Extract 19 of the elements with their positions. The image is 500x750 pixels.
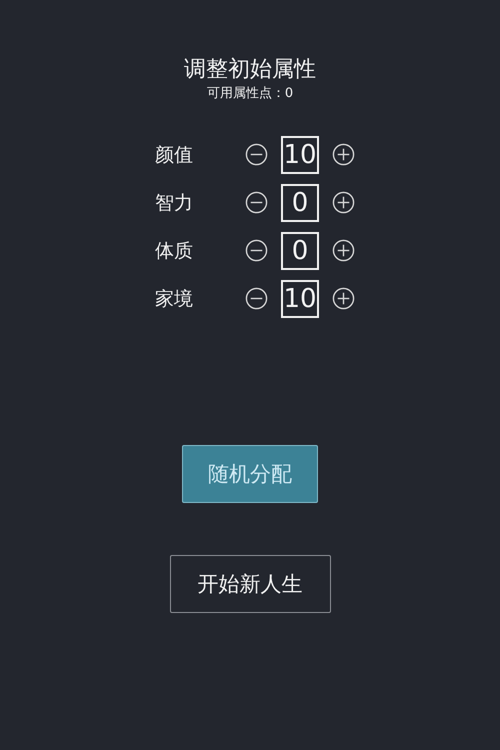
minus-icon[interactable]	[245, 191, 268, 214]
value-field[interactable]: 0	[281, 184, 319, 222]
start-button[interactable]: 开始新人生	[170, 555, 330, 613]
plus-icon[interactable]	[332, 143, 355, 166]
plus-icon[interactable]	[332, 191, 355, 214]
minus-icon[interactable]	[245, 239, 268, 262]
minus-icon[interactable]	[245, 143, 268, 166]
page-title: 调整初始属性	[184, 56, 316, 84]
attribute-label: 智力	[155, 190, 194, 216]
value-field[interactable]: 10	[281, 136, 319, 174]
plus-icon[interactable]	[332, 239, 355, 262]
value-field[interactable]: 10	[281, 280, 319, 318]
plus-icon[interactable]	[332, 287, 355, 310]
available-points: 可用属性点：0	[206, 85, 294, 103]
attribute-label: 家境	[155, 286, 194, 312]
attribute-label: 体质	[155, 238, 194, 264]
value-field[interactable]: 0	[281, 232, 319, 270]
minus-icon[interactable]	[245, 287, 268, 310]
attribute-label: 颜值	[155, 142, 194, 168]
